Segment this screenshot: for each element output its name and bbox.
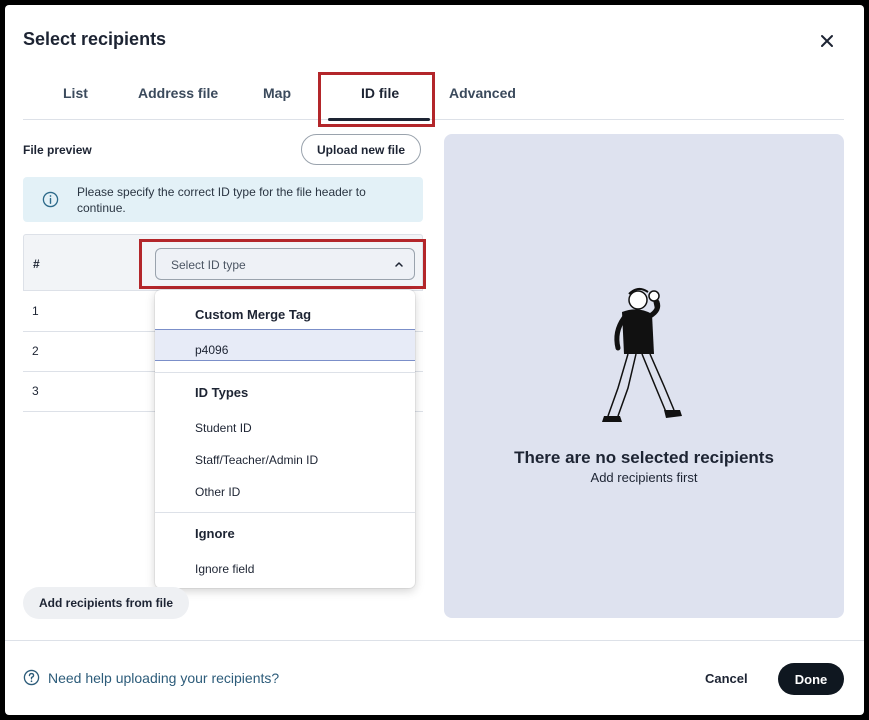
help-icon: [23, 669, 40, 686]
close-icon: [821, 35, 833, 47]
select-recipients-dialog: Select recipients List Address file Map …: [5, 5, 864, 715]
dropdown-group-ignore: Ignore: [195, 526, 235, 541]
dropdown-item-other-id[interactable]: Other ID: [195, 485, 240, 499]
id-type-dropdown: Custom Merge Tag p4096 ID Types Student …: [155, 290, 415, 588]
footer-divider: [5, 640, 864, 641]
column-header-number: #: [33, 257, 40, 271]
tab-highlight-box: [318, 72, 435, 127]
info-message: Please specify the correct ID type for t…: [77, 185, 366, 215]
tab-address-file[interactable]: Address file: [138, 85, 218, 101]
row-number: 3: [32, 384, 39, 398]
selected-recipients-panel: There are no selected recipients Add rec…: [444, 134, 844, 618]
upload-new-file-button[interactable]: Upload new file: [301, 134, 421, 165]
dropdown-divider: [155, 372, 415, 373]
row-number: 2: [32, 344, 39, 358]
dropdown-group-id-types: ID Types: [195, 385, 249, 400]
dropdown-item-staff-id[interactable]: Staff/Teacher/Admin ID: [195, 453, 318, 467]
tab-list[interactable]: List: [63, 85, 88, 101]
row-number: 1: [32, 304, 39, 318]
cancel-button[interactable]: Cancel: [705, 671, 748, 686]
dropdown-divider: [155, 512, 415, 513]
dropdown-item-student-id[interactable]: Student ID: [195, 421, 252, 435]
person-with-magnifier-illustration: [602, 288, 682, 422]
add-recipients-from-file-button[interactable]: Add recipients from file: [23, 587, 189, 619]
tab-advanced[interactable]: Advanced: [449, 85, 516, 101]
empty-state-subtitle: Add recipients first: [590, 470, 698, 485]
tab-map[interactable]: Map: [263, 85, 291, 101]
info-banner: Please specify the correct ID type for t…: [23, 177, 423, 222]
done-button[interactable]: Done: [778, 663, 844, 695]
dropdown-item-ignore-field[interactable]: Ignore field: [195, 562, 254, 576]
dropdown-item-p4096[interactable]: p4096: [195, 343, 228, 357]
dropdown-group-custom-merge-tag: Custom Merge Tag: [195, 307, 312, 322]
dropdown-item-selected-bg: [155, 329, 415, 361]
empty-state-title: There are no selected recipients: [514, 448, 774, 467]
select-highlight-box: [139, 239, 426, 289]
close-button[interactable]: [815, 29, 839, 53]
info-icon: [42, 191, 59, 208]
file-preview-label: File preview: [23, 143, 92, 157]
dialog-title: Select recipients: [23, 29, 167, 49]
help-link[interactable]: Need help uploading your recipients?: [48, 670, 279, 686]
